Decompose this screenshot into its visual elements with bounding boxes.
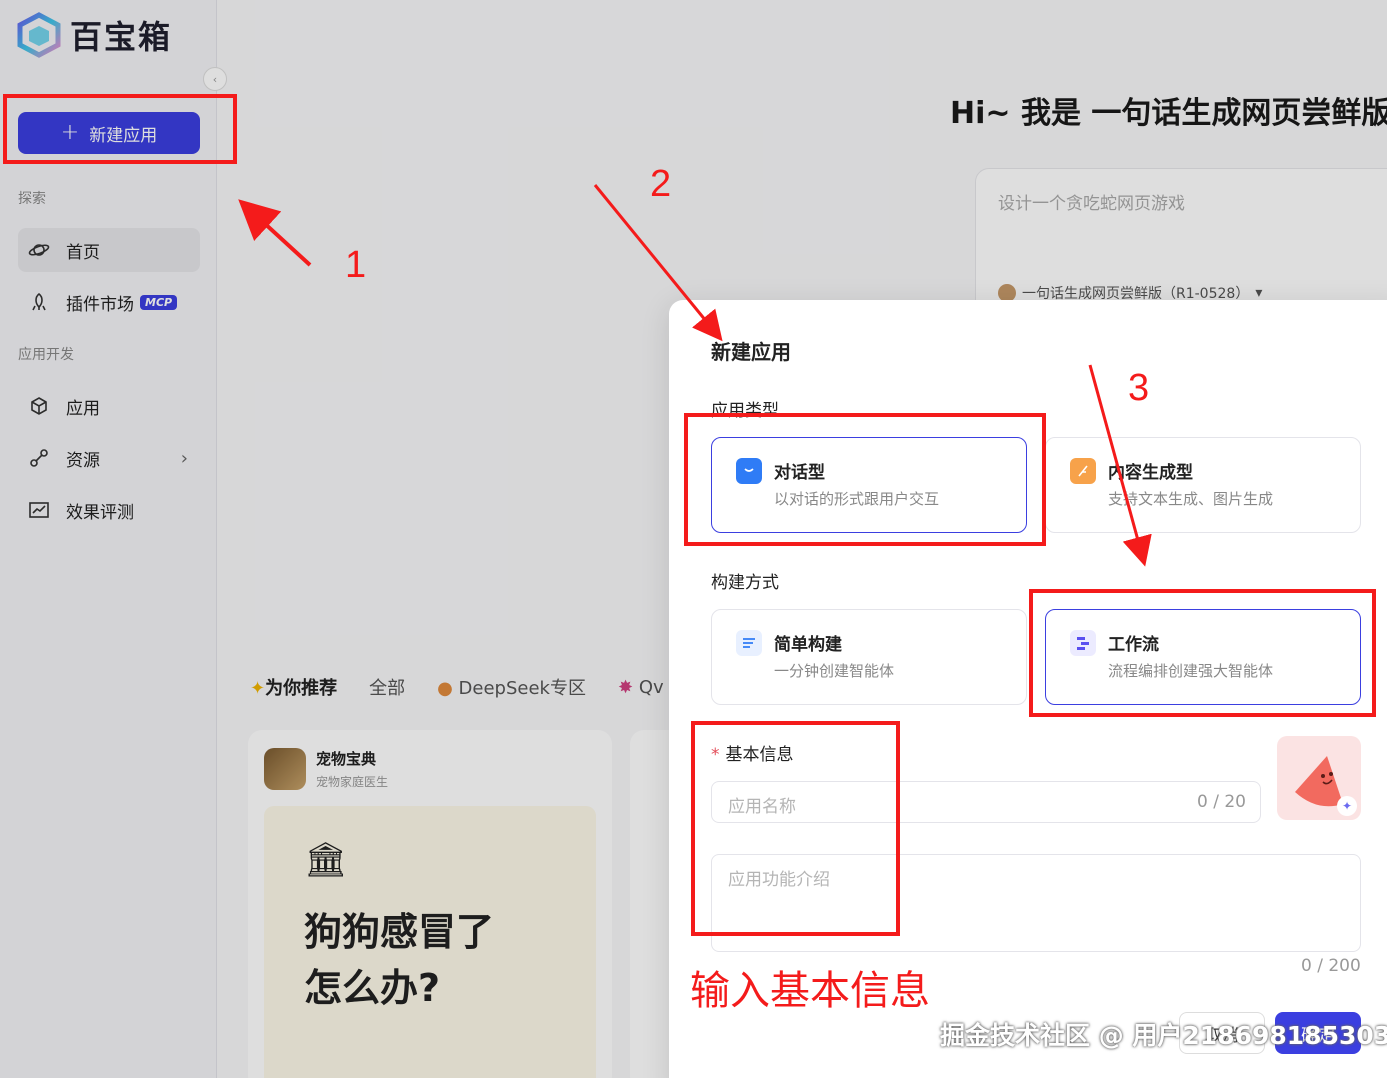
annotation-note: 输入基本信息: [690, 968, 930, 1014]
watermark: 掘金技术社区 @ 用户2186981853037: [940, 1021, 1387, 1050]
arrow-2: [593, 184, 723, 342]
annotation-number-2: 2: [650, 163, 672, 205]
arrow-1: [238, 199, 312, 267]
annotation-number-3: 3: [1128, 367, 1150, 409]
annotation-arrows: [238, 184, 1152, 567]
annotation-number-1: 1: [345, 244, 367, 286]
